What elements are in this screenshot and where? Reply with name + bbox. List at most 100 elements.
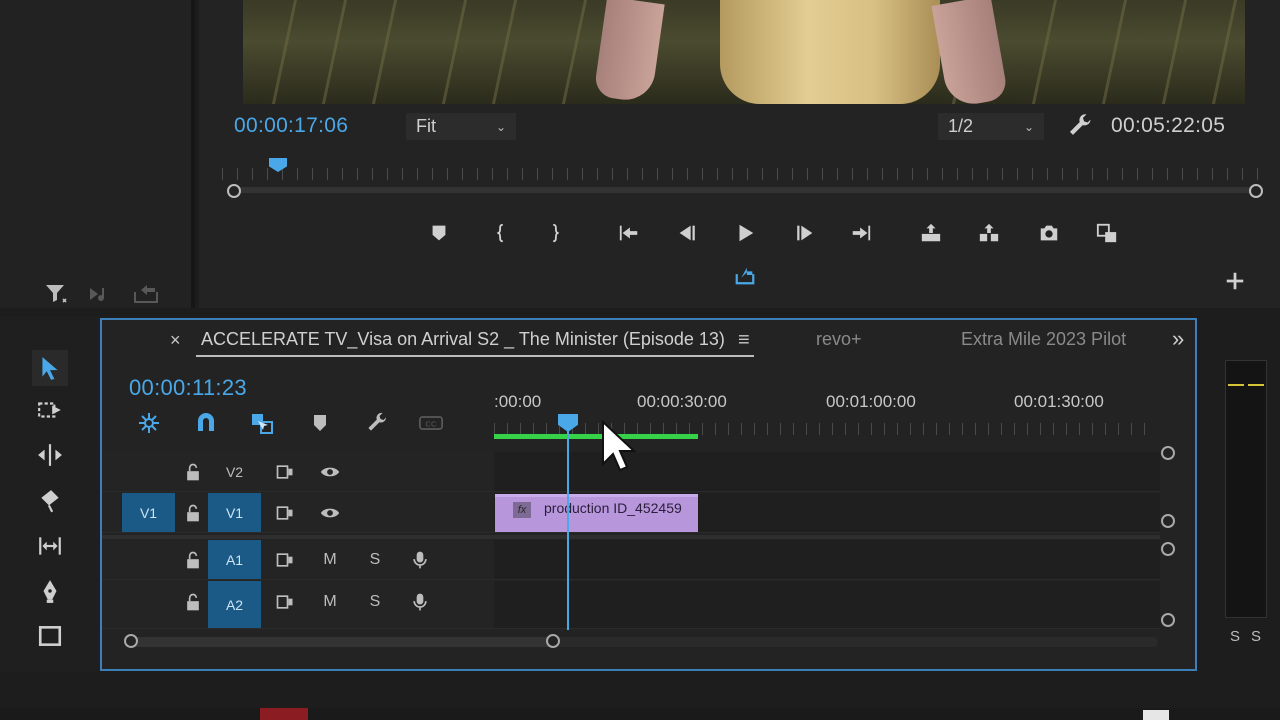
wrench-icon[interactable] xyxy=(1066,112,1094,145)
zoom-handle-right[interactable] xyxy=(546,634,560,648)
track-header-v1: V1 V1 xyxy=(102,493,494,532)
playback-resolution-select[interactable]: 1/2 ⌄ xyxy=(938,113,1044,140)
export-icon[interactable] xyxy=(730,260,760,290)
solo-left-button[interactable]: S xyxy=(1230,628,1240,645)
captions-icon[interactable]: CC xyxy=(416,408,446,438)
lock-icon[interactable] xyxy=(180,589,206,615)
zoom-level-value: Fit xyxy=(416,116,436,136)
comparison-view-icon[interactable] xyxy=(1092,218,1122,248)
work-area-bar[interactable] xyxy=(494,434,698,439)
svg-text:CC: CC xyxy=(425,419,437,428)
eye-icon[interactable] xyxy=(317,500,343,526)
lock-icon[interactable] xyxy=(180,547,206,573)
status-indicator xyxy=(1143,710,1169,720)
marker-icon[interactable] xyxy=(424,218,454,248)
chevron-down-icon: ⌄ xyxy=(495,119,506,134)
mute-button[interactable]: M xyxy=(317,589,343,615)
go-to-in-icon[interactable] xyxy=(614,218,644,248)
track-target-v2[interactable]: V2 xyxy=(208,452,261,491)
timeline-timecode[interactable]: 00:00:11:23 xyxy=(129,375,247,401)
audio-icon[interactable] xyxy=(88,284,114,309)
sync-lock-icon[interactable] xyxy=(272,500,298,526)
mute-button[interactable]: M xyxy=(317,547,343,573)
sync-lock-icon[interactable] xyxy=(272,547,298,573)
rectangle-tool-icon[interactable] xyxy=(32,618,68,654)
left-panel xyxy=(0,0,195,308)
go-to-out-icon[interactable] xyxy=(846,218,876,248)
video-audio-divider[interactable] xyxy=(102,535,1160,539)
solo-button[interactable]: S xyxy=(362,589,388,615)
tab-overflow-icon[interactable]: » xyxy=(1172,326,1184,352)
lift-icon[interactable] xyxy=(916,218,946,248)
track-row-a1: A1 M S xyxy=(102,540,1160,580)
timeline-scroll-thumb[interactable] xyxy=(130,637,556,647)
ruler-label: :00:00 xyxy=(494,392,542,411)
track-target-v1[interactable]: V1 xyxy=(208,493,261,532)
zoom-handle-right[interactable] xyxy=(1249,184,1263,198)
audio-meter xyxy=(1225,360,1267,618)
track-select-tool-icon[interactable] xyxy=(32,392,68,428)
filter-icon[interactable] xyxy=(44,282,68,311)
solo-button[interactable]: S xyxy=(362,547,388,573)
track-target-a2[interactable]: A2 xyxy=(208,581,261,628)
tab-extra-mile[interactable]: Extra Mile 2023 Pilot xyxy=(961,329,1131,350)
microphone-icon[interactable] xyxy=(407,589,433,615)
audio-meter-peak-left xyxy=(1228,384,1244,386)
lock-icon[interactable] xyxy=(180,459,206,485)
nest-sequence-icon[interactable] xyxy=(134,408,164,438)
duration-timecode: 00:05:22:05 xyxy=(1111,114,1226,137)
razor-tool-icon[interactable] xyxy=(32,483,68,519)
step-forward-icon[interactable] xyxy=(790,218,820,248)
close-tab-icon[interactable]: × xyxy=(170,330,181,351)
play-icon[interactable] xyxy=(730,218,760,248)
video-scroll-handle-top[interactable] xyxy=(1161,446,1175,460)
track-target-a1[interactable]: A1 xyxy=(208,540,261,579)
microphone-icon[interactable] xyxy=(407,547,433,573)
slip-tool-icon[interactable] xyxy=(32,528,68,564)
camera-icon[interactable] xyxy=(1034,218,1064,248)
pen-tool-icon[interactable] xyxy=(32,573,68,609)
track-row-v2: V2 xyxy=(102,452,1160,492)
playhead-timecode[interactable]: 00:00:17:06 xyxy=(234,114,348,138)
extract-icon[interactable] xyxy=(974,218,1004,248)
lock-icon[interactable] xyxy=(180,500,206,526)
ruler-label: 00:01:00:00 xyxy=(826,392,916,411)
timeline-settings-wrench-icon[interactable] xyxy=(362,408,392,438)
track-header-a2: A2 M S xyxy=(102,581,494,628)
audio-scroll-handle-top[interactable] xyxy=(1161,542,1175,556)
ruler-label: 00:00:30:00 xyxy=(637,392,727,411)
ripple-edit-tool-icon[interactable] xyxy=(32,437,68,473)
add-marker-icon[interactable] xyxy=(305,408,335,438)
selection-tool-icon[interactable] xyxy=(32,350,68,386)
monitor-time-ruler[interactable] xyxy=(222,160,1262,184)
mark-out-icon[interactable] xyxy=(540,218,570,248)
tab-menu-icon[interactable]: ≡ xyxy=(738,329,750,352)
monitor-zoom-scrollbar[interactable] xyxy=(232,187,1258,193)
sync-lock-icon[interactable] xyxy=(272,459,298,485)
chevron-down-icon: ⌄ xyxy=(1023,119,1034,134)
step-back-icon[interactable] xyxy=(672,218,702,248)
source-patch-v1[interactable]: V1 xyxy=(122,493,175,532)
mark-in-icon[interactable] xyxy=(486,218,516,248)
video-scroll-handle-bottom[interactable] xyxy=(1161,514,1175,528)
add-button-icon[interactable] xyxy=(1220,266,1250,296)
zoom-handle-left[interactable] xyxy=(227,184,241,198)
track-header-a1: A1 M S xyxy=(102,540,494,579)
status-indicator xyxy=(260,708,308,720)
status-strip xyxy=(0,708,1280,720)
audio-meter-peak-right xyxy=(1248,384,1264,386)
audio-scroll-handle-bottom[interactable] xyxy=(1161,613,1175,627)
tab-accelerate-tv[interactable]: ACCELERATE TV_Visa on Arrival S2 _ The M… xyxy=(201,329,731,350)
zoom-level-select[interactable]: Fit ⌄ xyxy=(406,113,516,140)
premiere-workspace: 00:00:17:06 Fit ⌄ 1/2 ⌄ 00:05:22:05 × AC… xyxy=(0,0,1280,720)
solo-right-button[interactable]: S xyxy=(1251,628,1261,645)
snap-magnet-icon[interactable] xyxy=(191,408,221,438)
linked-selection-icon[interactable] xyxy=(247,408,277,438)
sync-lock-icon[interactable] xyxy=(272,589,298,615)
fx-badge-icon[interactable]: fx xyxy=(513,502,531,518)
zoom-handle-left[interactable] xyxy=(124,634,138,648)
export-media-icon[interactable] xyxy=(133,282,159,309)
eye-icon[interactable] xyxy=(317,459,343,485)
resolution-value: 1/2 xyxy=(948,116,974,136)
tab-revo-plus[interactable]: revo+ xyxy=(816,329,862,350)
